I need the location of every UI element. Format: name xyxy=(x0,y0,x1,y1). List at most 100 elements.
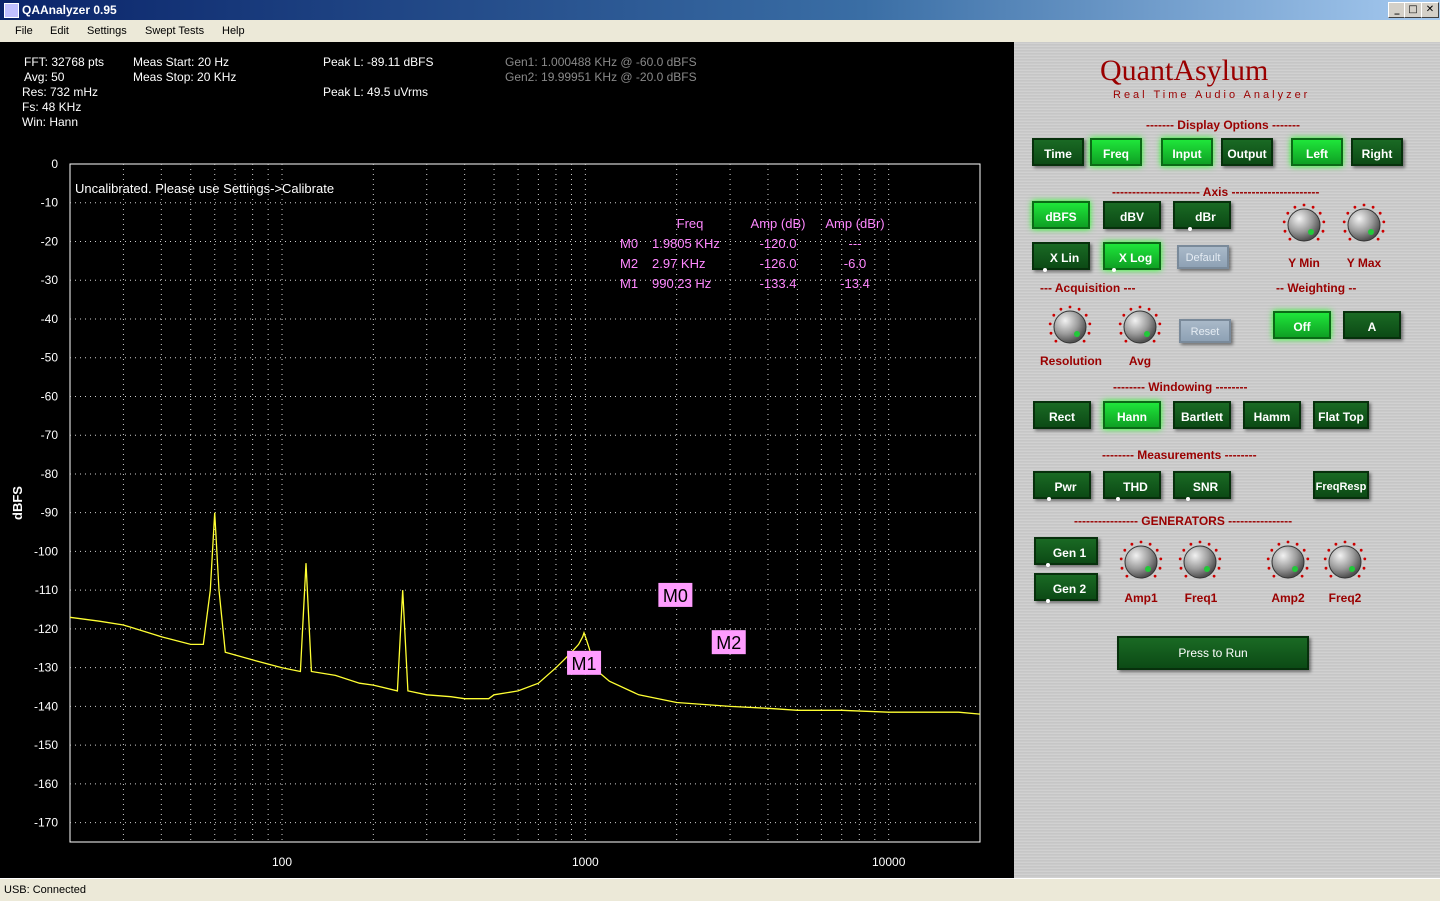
menu-settings[interactable]: Settings xyxy=(87,25,127,37)
spectrum-chart[interactable]: 0 -10 -20 -30 -40 -50 -60 -70 -80 -90 -100 -110 -120… xyxy=(0,42,1014,878)
radio-dot-icon xyxy=(1045,563,1050,567)
y-axis-label: dBFS xyxy=(10,486,25,520)
freq2-knob[interactable] xyxy=(1323,540,1367,584)
marker-m0: M0 xyxy=(658,582,693,607)
maximize-button[interactable]: □ xyxy=(1404,2,1422,18)
menu-help[interactable]: Help xyxy=(222,25,245,37)
bartlett-button[interactable]: Bartlett xyxy=(1173,401,1231,429)
section-windowing: -------- Windowing -------- xyxy=(1113,380,1248,394)
thd-button[interactable]: THD xyxy=(1103,471,1161,501)
avg-knob[interactable] xyxy=(1118,305,1162,349)
brand-logo: QuantAsylum xyxy=(1100,54,1269,87)
y-min-label: Y Min xyxy=(1288,256,1320,270)
y-max-label: Y Max xyxy=(1346,256,1382,270)
amp1-label: Amp1 xyxy=(1124,591,1158,605)
y-tick-label: -150 xyxy=(34,738,58,752)
input-button[interactable]: Input xyxy=(1161,138,1213,166)
hann-button[interactable]: Hann xyxy=(1103,401,1161,429)
section-measurements: -------- Measurements -------- xyxy=(1102,448,1257,462)
title-bar: QAAnalyzer 0.95 _ □ ✕ xyxy=(0,0,1440,20)
marker-m2: M2 xyxy=(711,630,746,655)
output-button[interactable]: Output xyxy=(1221,138,1273,166)
hamm-button[interactable]: Hamm xyxy=(1243,401,1301,429)
marker-table-header: Amp (dBr) xyxy=(825,216,884,231)
x-log-button[interactable]: X Log xyxy=(1103,242,1161,272)
pwr-button[interactable]: Pwr xyxy=(1033,471,1091,501)
brand-subtitle: Real Time Audio Analyzer xyxy=(1113,89,1311,101)
weighting-a-button[interactable]: A xyxy=(1343,311,1401,339)
y-tick-label: -70 xyxy=(41,428,59,442)
dbr-button-label: dBr xyxy=(1195,210,1216,224)
usb-status: USB: Connected xyxy=(4,884,86,896)
section-weighting: -- Weighting -- xyxy=(1276,281,1357,295)
y-tick-label: -120 xyxy=(34,622,58,636)
resolution-knob[interactable] xyxy=(1048,305,1092,349)
y-tick-label: -160 xyxy=(34,777,58,791)
radio-dot-icon xyxy=(1047,497,1052,501)
marker-table-cell: --- xyxy=(849,236,862,251)
menu-swept-tests[interactable]: Swept Tests xyxy=(145,25,204,37)
marker-label: M0 xyxy=(663,586,688,606)
freq1-knob[interactable] xyxy=(1178,540,1222,584)
marker-table-header: Amp (dB) xyxy=(751,216,806,231)
dbv-button[interactable]: dBV xyxy=(1103,201,1161,229)
right-button[interactable]: Right xyxy=(1351,138,1403,166)
reset-button[interactable]: Reset xyxy=(1179,319,1231,343)
plot-panel: FFT: 32768 pts Avg: 50 Res: 732 mHz Fs: … xyxy=(0,42,1014,878)
x-tick-label: 1000 xyxy=(572,855,599,869)
y-tick-label: -80 xyxy=(41,467,59,481)
freq1-label: Freq1 xyxy=(1184,591,1218,605)
press-to-run-button[interactable]: Press to Run xyxy=(1117,636,1309,670)
default-button[interactable]: Default xyxy=(1177,245,1229,269)
app-icon xyxy=(4,3,19,18)
freq-button[interactable]: Freq xyxy=(1090,138,1142,166)
dbr-button[interactable]: dBr xyxy=(1173,201,1231,231)
y-tick-label: -20 xyxy=(41,234,59,248)
y-tick-label: -40 xyxy=(41,312,59,326)
marker-table-cell: -120.0 xyxy=(760,236,797,251)
dbfs-button[interactable]: dBFS xyxy=(1032,201,1090,229)
y-min-knob[interactable] xyxy=(1282,203,1326,247)
window-title: QAAnalyzer 0.95 xyxy=(22,3,117,17)
x-tick-label: 100 xyxy=(272,855,292,869)
y-tick-label: -100 xyxy=(34,544,58,558)
snr-button-label: SNR xyxy=(1192,480,1219,494)
flat-top-button[interactable]: Flat Top xyxy=(1313,401,1369,429)
y-max-knob[interactable] xyxy=(1342,203,1386,247)
menu-edit[interactable]: Edit xyxy=(50,25,69,37)
close-button[interactable]: ✕ xyxy=(1421,2,1439,18)
radio-dot-icon xyxy=(1042,268,1047,272)
x-lin-button-label: X Lin xyxy=(1049,251,1080,265)
amp2-label: Amp2 xyxy=(1271,591,1305,605)
y-tick-label: -130 xyxy=(34,661,58,675)
left-button[interactable]: Left xyxy=(1291,138,1343,166)
thd-button-label: THD xyxy=(1123,480,1148,494)
marker-table-cell: 2.97 KHz xyxy=(652,256,705,271)
amp2-knob[interactable] xyxy=(1266,540,1310,584)
time-button[interactable]: Time xyxy=(1032,138,1084,166)
freqresp-button[interactable]: FreqResp xyxy=(1313,471,1369,499)
marker-label: M1 xyxy=(572,654,597,674)
section-acquisition: --- Acquisition --- xyxy=(1040,281,1136,295)
marker-table-name: M2 xyxy=(620,256,638,271)
y-tick-label: -110 xyxy=(35,583,58,597)
menu-file[interactable]: File xyxy=(15,25,33,37)
marker-table-cell: -13.4 xyxy=(840,276,870,291)
y-tick-label: -50 xyxy=(41,351,59,365)
spectrum-trace xyxy=(69,512,981,715)
amp1-knob[interactable] xyxy=(1119,540,1163,584)
marker-label: M2 xyxy=(716,633,741,653)
x-lin-button[interactable]: X Lin xyxy=(1032,242,1090,272)
section-axis: ---------------------- Axis ------------… xyxy=(1112,185,1320,199)
weighting-off-button[interactable]: Off xyxy=(1273,311,1331,339)
gen1-button-label: Gen 1 xyxy=(1052,546,1087,560)
radio-dot-icon xyxy=(1111,268,1116,272)
snr-button[interactable]: SNR xyxy=(1173,471,1231,501)
gen2-button[interactable]: Gen 2 xyxy=(1034,573,1098,603)
section-generators: ---------------- GENERATORS ------------… xyxy=(1074,514,1293,528)
radio-dot-icon xyxy=(1116,497,1121,501)
rect-button[interactable]: Rect xyxy=(1033,401,1091,429)
radio-dot-icon xyxy=(1045,599,1050,603)
gen1-button[interactable]: Gen 1 xyxy=(1034,537,1098,567)
marker-table-cell: -133.4 xyxy=(760,276,797,291)
